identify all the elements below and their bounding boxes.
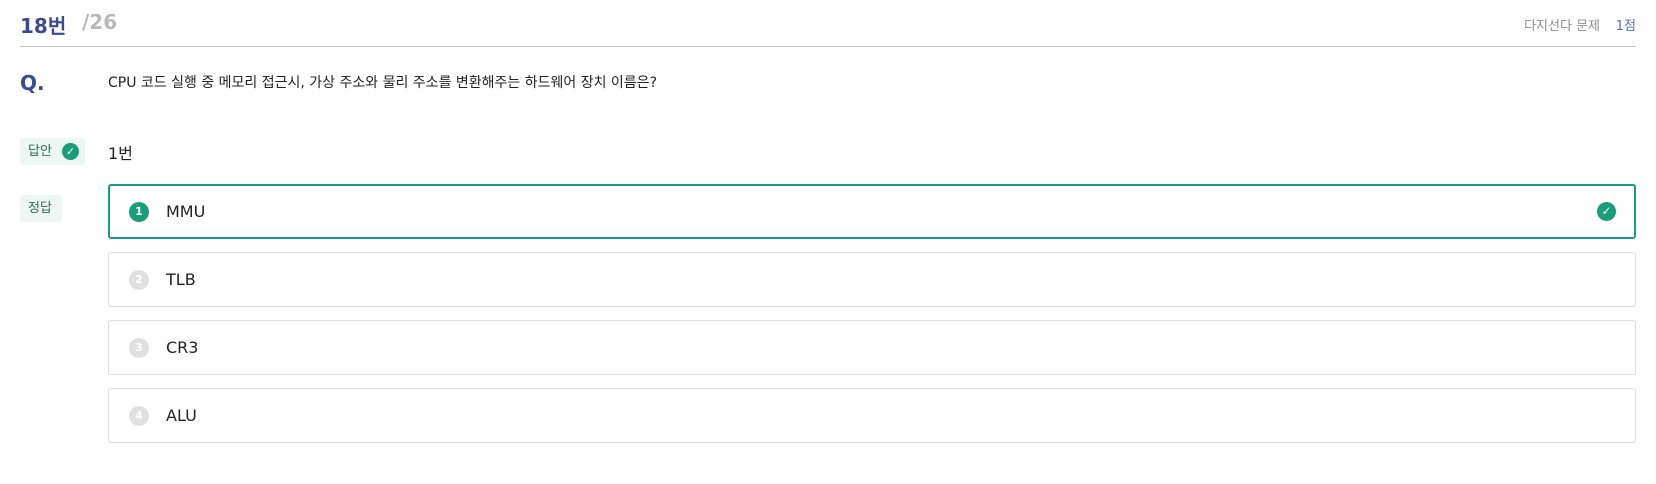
- question-review-page: 18번 /26 다지선다 문제 1점 Q. CPU 코드 실행 중 메모리 접근…: [0, 0, 1656, 484]
- option-number-badge: 1: [129, 202, 149, 222]
- check-circle-icon: ✓: [62, 143, 79, 160]
- question-label: Q.: [20, 71, 45, 95]
- option-label: TLB: [166, 270, 196, 289]
- option-2[interactable]: 2 TLB: [108, 252, 1636, 307]
- option-number-badge: 3: [129, 338, 149, 358]
- question-number: 18번: [20, 14, 67, 38]
- answer-badge-label: 답안: [28, 144, 52, 159]
- option-4[interactable]: 4 ALU: [108, 388, 1636, 443]
- option-label: ALU: [166, 406, 197, 425]
- question-text: CPU 코드 실행 중 메모리 접근시, 가상 주소와 물리 주소를 변환해주는…: [108, 75, 657, 91]
- option-label: CR3: [166, 338, 199, 357]
- check-circle-icon: ✓: [1597, 202, 1616, 221]
- user-answer-value: 1번: [108, 144, 133, 163]
- question-score: 1점: [1615, 19, 1636, 34]
- answer-badge: 답안 ✓: [20, 138, 85, 165]
- correct-answer-badge: 정답: [20, 195, 62, 222]
- question-total: /26: [82, 10, 118, 34]
- option-1[interactable]: 1 MMU ✓: [108, 184, 1636, 239]
- option-label: MMU: [166, 202, 206, 221]
- option-3[interactable]: 3 CR3: [108, 320, 1636, 375]
- question-type: 다지선다 문제: [1524, 19, 1600, 34]
- question-header: 18번 /26 다지선다 문제 1점: [20, 0, 1636, 47]
- option-number-badge: 2: [129, 270, 149, 290]
- option-number-badge: 4: [129, 406, 149, 426]
- correct-answer-badge-label: 정답: [28, 201, 52, 216]
